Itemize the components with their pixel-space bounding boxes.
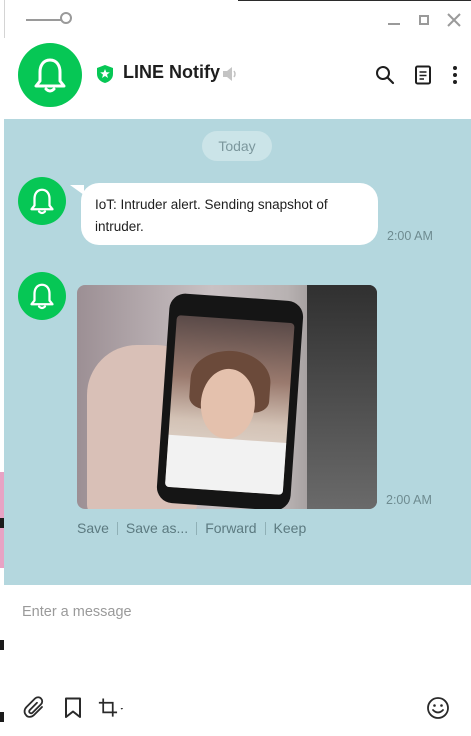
photo-subject-shirt (164, 434, 287, 495)
bell-icon (30, 283, 54, 310)
bookmark-icon (65, 697, 81, 718)
emoji-icon (427, 697, 449, 719)
photo-phone (155, 292, 305, 509)
message-bubble[interactable]: IoT: Intruder alert. Sending snapshot of… (81, 183, 378, 245)
divider (196, 521, 198, 535)
paperclip-icon (23, 696, 44, 718)
keep-button[interactable]: Keep (274, 520, 307, 536)
save-as-button[interactable]: Save as... (126, 520, 188, 536)
close-button[interactable] (444, 10, 464, 30)
photo-phone-screen (164, 315, 295, 495)
image-message[interactable] (77, 285, 377, 509)
message-timestamp: 2:00 AM (387, 229, 433, 243)
notes-button[interactable] (412, 64, 434, 86)
mute-icon (223, 67, 236, 81)
minimize-button[interactable] (384, 10, 404, 30)
crop-icon (98, 698, 124, 717)
avatar[interactable] (18, 43, 82, 107)
shield-icon (97, 65, 113, 83)
message-composer (4, 585, 471, 736)
bell-icon (34, 58, 66, 93)
screenshot-button[interactable] (98, 695, 124, 721)
search-icon (376, 66, 395, 85)
date-separator: Today (202, 131, 272, 161)
attach-file-button[interactable] (22, 695, 48, 721)
opacity-slider-knob[interactable] (60, 12, 72, 24)
chat-header: LINE Notify (4, 38, 471, 119)
message-timestamp: 2:00 AM (386, 493, 432, 507)
photo-background (307, 285, 377, 509)
close-icon (447, 13, 461, 27)
minimize-icon (388, 23, 400, 25)
window-titlebar (4, 0, 471, 38)
image-actions: Save Save as... Forward Keep (77, 520, 306, 536)
more-options-button[interactable] (444, 64, 466, 86)
emoji-button[interactable] (425, 695, 451, 721)
divider (116, 521, 118, 535)
keep-button[interactable] (60, 695, 86, 721)
chat-history[interactable]: Today IoT: Intruder alert. Sending snaps… (4, 119, 471, 585)
message-input[interactable] (20, 599, 444, 625)
more-icon (453, 66, 457, 84)
avatar[interactable] (18, 272, 66, 320)
avatar[interactable] (18, 177, 66, 225)
maximize-icon (419, 15, 429, 25)
save-button[interactable]: Save (77, 520, 109, 536)
divider (264, 521, 266, 535)
maximize-button[interactable] (414, 10, 434, 30)
search-button[interactable] (374, 64, 396, 86)
forward-button[interactable]: Forward (205, 520, 256, 536)
notes-icon (415, 65, 431, 85)
chat-title: LINE Notify (123, 62, 220, 82)
bell-icon (30, 188, 54, 215)
